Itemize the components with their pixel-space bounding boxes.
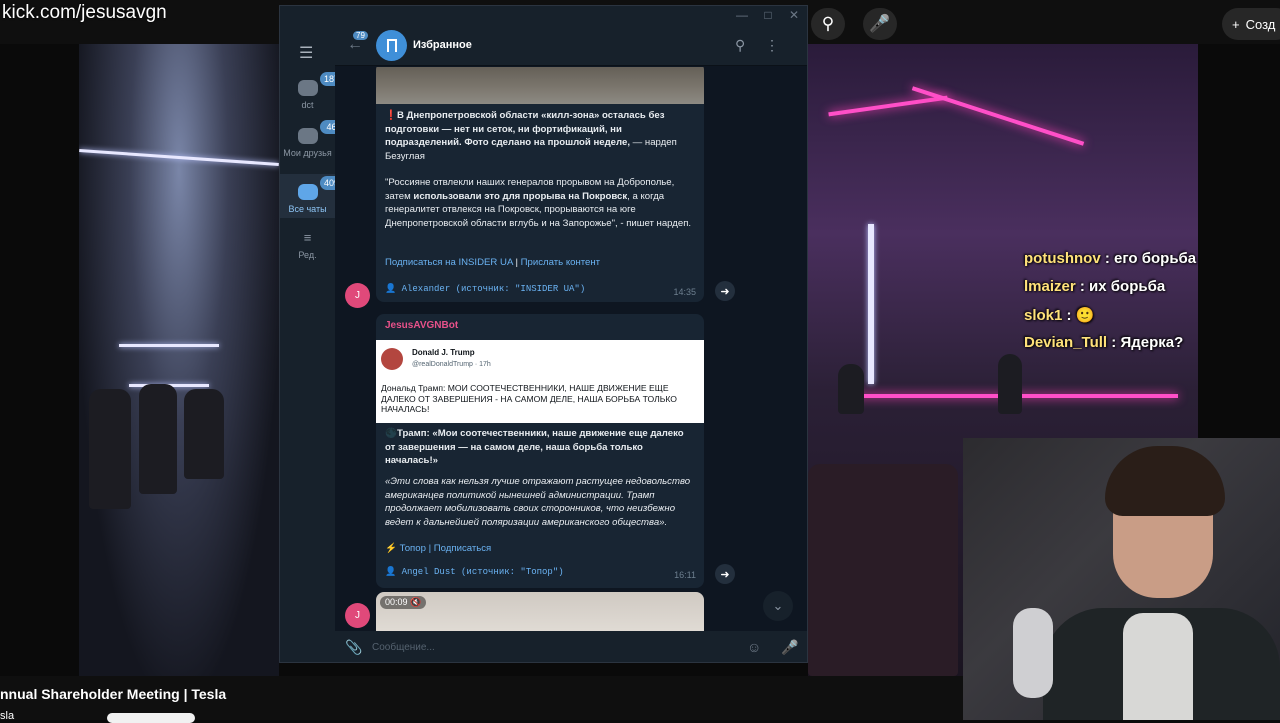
tweet-image[interactable]: Donald J. Trump @realDonaldTrump · 17h Д… — [376, 340, 704, 423]
maximize-icon[interactable]: □ — [757, 8, 779, 22]
chat-header: ← 79 Избранное ⚲ ⋮ — [335, 26, 807, 66]
avatar[interactable]: J — [345, 283, 370, 308]
video-duration: 00:09 🔇 — [380, 596, 427, 609]
avatar — [381, 348, 403, 370]
chat-message: Devian_Tull : Ядерка? — [1024, 334, 1184, 351]
subscribe-link[interactable]: Подписаться — [434, 543, 491, 554]
sliders-icon: ≡ — [303, 230, 312, 245]
chat-message: slok1 : 🙂 — [1024, 307, 1095, 324]
message-input[interactable] — [372, 639, 732, 655]
message-bubble[interactable]: JesusAVGNBot Donald J. Trump @realDonald… — [376, 314, 704, 588]
tweet-handle: @realDonaldTrump · 17h — [412, 361, 491, 368]
create-button[interactable]: + Созд — [1222, 8, 1280, 40]
menu-icon[interactable]: ☰ — [299, 43, 313, 63]
send-content-link[interactable]: Прислать контент — [521, 257, 600, 268]
mic-icon[interactable]: 🎤 — [863, 8, 897, 40]
folder-edit[interactable]: ≡ Ред. — [280, 230, 335, 270]
subscribe-link[interactable]: Подписаться на INSIDER UA — [385, 257, 513, 268]
chat-title[interactable]: Избранное — [413, 39, 472, 51]
folder-friends[interactable]: 46 Мои друзья — [280, 120, 344, 174]
message-time: 14:35 — [673, 287, 696, 297]
video-frame-left — [79, 44, 279, 676]
message-composer: 📎 ☺ 🎤 — [335, 631, 807, 662]
channel-name[interactable]: sla — [0, 710, 14, 722]
telegram-window: — □ ✕ ☰ 187 dct 46 Мои друзья 409 Все ча… — [279, 5, 808, 663]
mic-icon[interactable]: 🎤 — [781, 639, 798, 656]
message-bubble[interactable]: ❗В Днепропетровской области «килл-зона» … — [376, 67, 704, 302]
message-text: 🌑Трамп: «Мои соотечественники, наше движ… — [385, 428, 684, 466]
chat-message: lmaizer : их борьба — [1024, 278, 1166, 295]
message-source[interactable]: 👤 Alexander (источник: "INSIDER UA") — [385, 284, 585, 294]
mute-icon[interactable]: 🔇 — [410, 597, 421, 607]
video-title[interactable]: nnual Shareholder Meeting | Tesla — [0, 686, 226, 702]
message-links: Подписаться на INSIDER UA | Прислать кон… — [385, 257, 601, 268]
scroll-down-icon[interactable]: ⌄ — [763, 591, 793, 621]
search-icon[interactable]: ⚲ — [735, 37, 745, 54]
more-menu-icon[interactable]: ⋮ — [765, 37, 779, 54]
chat-bubble-icon: 46 — [297, 120, 344, 144]
window-titlebar: — □ ✕ — [280, 6, 807, 26]
message-time: 16:11 — [674, 570, 696, 580]
plus-icon: + — [1232, 16, 1240, 32]
subscribe-button[interactable] — [107, 713, 195, 723]
message-photo[interactable] — [376, 67, 704, 104]
search-icon[interactable]: ⚲ — [811, 8, 845, 40]
forward-icon[interactable]: ➜ — [715, 281, 735, 301]
attach-icon[interactable]: 📎 — [345, 639, 362, 656]
forward-icon[interactable]: ➜ — [715, 564, 735, 584]
message-list[interactable]: ❗В Днепропетровской области «килл-зона» … — [335, 67, 807, 631]
message-text: ❗В Днепропетровской области «килл-зона» … — [385, 110, 677, 162]
message-text: «Эти слова как нельзя лучше отражают рас… — [385, 476, 691, 528]
close-icon[interactable]: ✕ — [783, 8, 805, 22]
message-bubble[interactable]: 00:09 🔇 — [376, 592, 704, 631]
alert-icon: ❗ — [385, 110, 397, 121]
webcam-feed — [963, 438, 1280, 720]
emoji-icon[interactable]: ☺ — [747, 639, 761, 655]
folder-sidebar: ☰ 187 dct 46 Мои друзья 409 Все чаты ≡ Р… — [280, 26, 344, 662]
chat-bubble-icon: 409 — [297, 176, 344, 200]
message-links: ⚡ Топор | Подписаться — [385, 543, 492, 554]
chat-bubble-icon: 187 — [297, 72, 344, 96]
tweet-text: Дональд Трамп: МОИ СООТЕЧЕСТВЕННИКИ, НАШ… — [381, 383, 677, 414]
saved-messages-avatar[interactable] — [376, 30, 407, 61]
chat-message: potushnov : его борьба — [1024, 250, 1197, 267]
message-text: "Россияне отвлекли наших генералов проры… — [385, 177, 692, 229]
tweet-author: Donald J. Trump — [412, 348, 475, 357]
message-source[interactable]: 👤 Angel Dust (источник: "Топор") — [385, 567, 564, 577]
unread-counter: 79 — [353, 31, 368, 40]
stream-url-overlay: kick.com/jesusavgn — [2, 2, 167, 23]
channel-link[interactable]: ⚡ Топор — [385, 543, 426, 554]
sender-name[interactable]: JesusAVGNBot — [385, 320, 458, 331]
video-thumbnail[interactable]: 00:09 🔇 — [376, 592, 704, 631]
minimize-icon[interactable]: — — [731, 8, 753, 22]
bookmark-icon — [386, 39, 397, 52]
avatar[interactable]: J — [345, 603, 370, 628]
folder-all-chats[interactable]: 409 Все чаты — [280, 174, 344, 218]
